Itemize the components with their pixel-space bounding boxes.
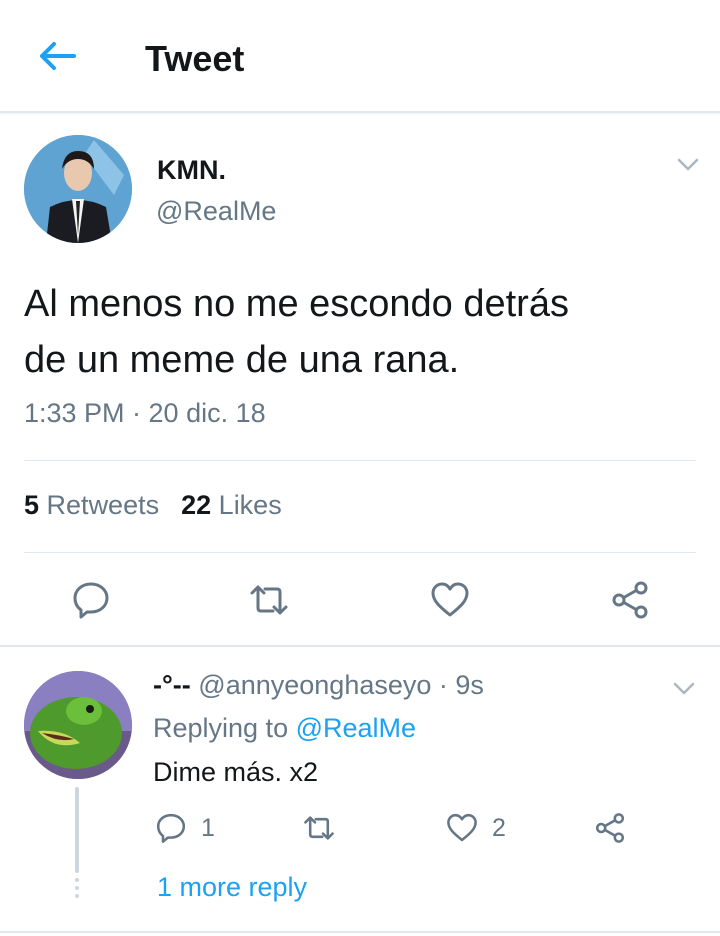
thread-dot (75, 894, 79, 898)
tweet-stats: 5 Retweets 22 Likes (24, 490, 282, 521)
reply-icon (156, 813, 186, 843)
reply-share-button[interactable] (594, 812, 626, 844)
share-icon (595, 813, 625, 843)
divider (24, 552, 696, 553)
chevron-down-icon[interactable] (677, 158, 699, 172)
retweets-label: Retweets (46, 490, 160, 520)
avatar[interactable] (24, 135, 132, 243)
retweet-icon[interactable] (249, 580, 289, 620)
likes-label: Likes (218, 490, 282, 520)
retweets-stat[interactable]: 5 Retweets (24, 490, 159, 520)
reply-header: -°-- @annyeonghaseyo · 9s (153, 670, 484, 701)
tweet-text: Al menos no me escondo detrás de un meme… (24, 276, 704, 388)
back-arrow-icon[interactable] (36, 38, 78, 74)
author-name[interactable]: KMN. (157, 155, 226, 186)
page-title: Tweet (145, 38, 245, 79)
retweet-icon (304, 816, 334, 840)
share-icon[interactable] (610, 580, 650, 620)
retweets-count: 5 (24, 490, 40, 520)
like-heart-icon[interactable] (430, 580, 470, 620)
author-handle[interactable]: @RealMe (156, 196, 276, 227)
reply-icon[interactable] (71, 580, 111, 620)
more-replies-link[interactable]: 1 more reply (157, 872, 307, 903)
reply-retweet-button[interactable] (302, 812, 336, 844)
divider (0, 931, 720, 933)
tweet-text-line: de un meme de una rana. (24, 339, 460, 381)
replying-to-label: Replying to (153, 713, 289, 743)
replying-to-mention[interactable]: @RealMe (296, 713, 416, 743)
divider (24, 460, 696, 461)
reply-time: · 9s (438, 670, 484, 700)
likes-stat[interactable]: 22 Likes (181, 490, 282, 520)
tweet-text-line: Al menos no me escondo detrás (24, 283, 569, 325)
likes-count: 22 (181, 490, 212, 520)
like-heart-icon (447, 813, 477, 842)
tweet-timestamp: 1:33 PM · 20 dic. 18 (24, 398, 266, 428)
thread-dot (75, 878, 79, 882)
thread-dot (75, 886, 79, 890)
section-separator (0, 645, 720, 647)
reply-author-name[interactable]: -°-- (153, 670, 191, 700)
reply-avatar[interactable] (24, 671, 132, 779)
avatar-image (24, 135, 132, 243)
reply-author-handle[interactable]: @annyeonghaseyo (198, 670, 431, 700)
like-count: 2 (492, 813, 506, 842)
reply-text: Dime más. x2 (153, 757, 319, 787)
top-bar: Tweet (0, 0, 720, 113)
chevron-down-icon[interactable] (673, 682, 695, 696)
thread-line (75, 787, 79, 873)
reply-avatar-image (24, 671, 132, 779)
reply-reply-button[interactable]: 1 (155, 812, 215, 844)
reply-count: 1 (201, 813, 215, 842)
replying-to: Replying to @RealMe (153, 713, 416, 744)
reply-like-button[interactable]: 2 (446, 812, 506, 844)
